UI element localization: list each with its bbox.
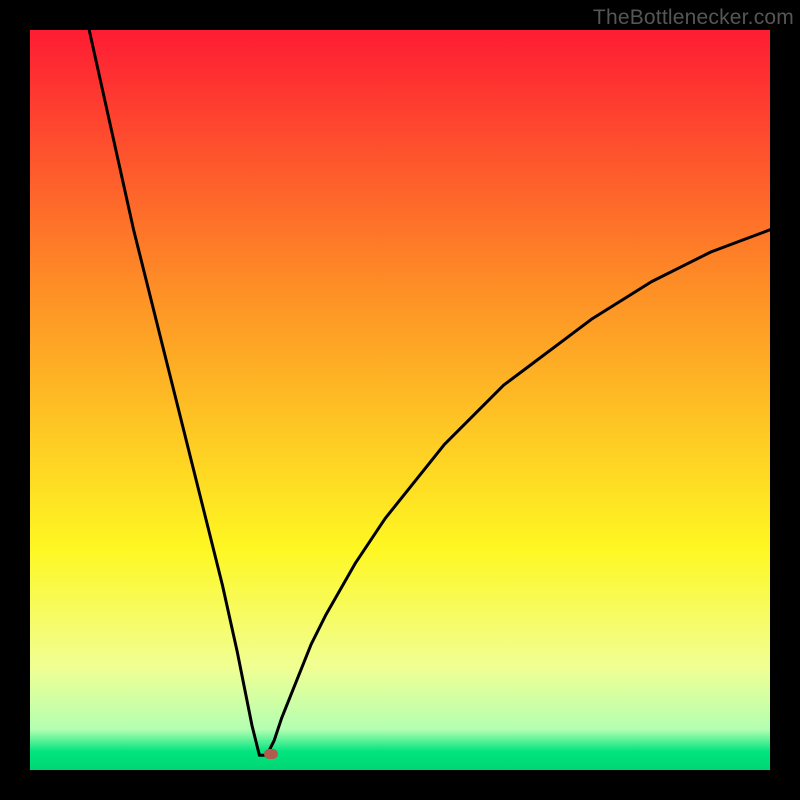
chart-frame: TheBottlenecker.com [0, 0, 800, 800]
optimum-marker [264, 749, 278, 759]
plot-area [30, 30, 770, 770]
bottleneck-curve [30, 30, 770, 770]
watermark-text: TheBottlenecker.com [593, 6, 794, 30]
